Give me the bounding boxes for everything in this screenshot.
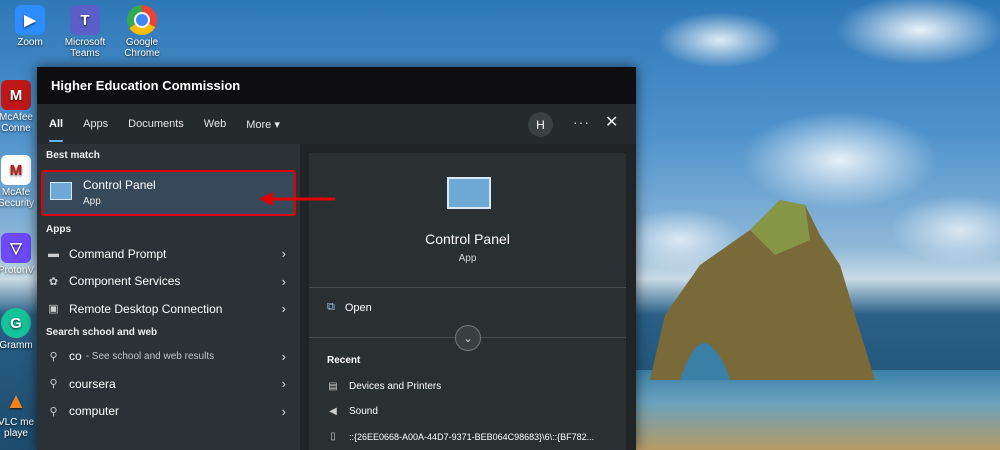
- search-icon: ⚲: [49, 405, 58, 418]
- chevron-right-icon[interactable]: ›: [282, 246, 286, 261]
- preview-pane: Control Panel App ⧉ Open ⌄ Recent ▤ Devi…: [309, 153, 626, 450]
- result-command-prompt[interactable]: ▬ Command Prompt ›: [37, 240, 300, 268]
- sound-icon: ◀: [329, 406, 337, 417]
- mcafee-icon: M: [1, 80, 31, 110]
- web-heading: Search school and web: [46, 326, 158, 338]
- desktop-icon-label: Zoom: [17, 37, 43, 48]
- tab-documents[interactable]: Documents: [128, 118, 184, 130]
- open-icon: ⧉: [327, 301, 335, 313]
- tab-all[interactable]: All: [49, 118, 64, 142]
- result-label: Component Services: [69, 274, 181, 289]
- result-label: coursera: [69, 376, 116, 391]
- divider: [309, 287, 626, 288]
- preview-type: App: [458, 253, 477, 264]
- annotation-arrow-icon: [259, 192, 335, 206]
- result-label: co: [69, 349, 82, 364]
- recent-item-clsid[interactable]: ▯ ::{26EE0668-A00A-44D7-9371-BEB064C9868…: [327, 431, 594, 442]
- chevron-right-icon[interactable]: ›: [282, 349, 286, 364]
- web-result-co[interactable]: ⚲ co - See school and web results ›: [37, 343, 300, 371]
- open-action[interactable]: ⧉ Open: [327, 301, 372, 314]
- best-match-control-panel[interactable]: Control Panel App: [41, 170, 296, 216]
- recent-item-devices-printers[interactable]: ▤ Devices and Printers: [327, 381, 441, 392]
- expand-chevron-icon[interactable]: ⌄: [455, 325, 481, 351]
- result-remote-desktop[interactable]: ▣ Remote Desktop Connection ›: [37, 295, 300, 323]
- command-prompt-icon: ▬: [48, 247, 59, 260]
- search-icon: ⚲: [49, 350, 58, 363]
- desktop-icon-label: Google Chrome: [124, 37, 160, 59]
- recent-item-label: Sound: [349, 406, 378, 417]
- tab-more[interactable]: More ▾: [246, 118, 280, 131]
- desktop-icon-label: Microsoft Teams: [64, 37, 106, 59]
- devices-printers-icon: ▤: [328, 381, 338, 392]
- result-sublabel: - See school and web results: [85, 350, 215, 362]
- wallpaper-sea: [600, 370, 1000, 450]
- account-avatar[interactable]: H: [528, 112, 553, 137]
- recent-item-label: Devices and Printers: [349, 381, 442, 392]
- remote-desktop-icon: ▣: [48, 303, 59, 316]
- search-tabs: All Apps Documents Web More ▾ H ··· ✕: [37, 104, 636, 144]
- preview-title: Control Panel: [425, 231, 510, 247]
- recent-heading: Recent: [327, 355, 361, 366]
- result-label: Remote Desktop Connection: [69, 301, 223, 316]
- desktop-icon-chrome[interactable]: Google Chrome: [112, 5, 172, 59]
- more-options-icon[interactable]: ···: [573, 114, 590, 130]
- apps-heading: Apps: [46, 224, 71, 235]
- chevron-right-icon[interactable]: ›: [282, 301, 286, 316]
- close-icon[interactable]: ✕: [605, 112, 618, 132]
- open-label: Open: [344, 301, 372, 314]
- tab-web[interactable]: Web: [204, 118, 226, 130]
- best-match-name: Control Panel: [83, 178, 156, 192]
- desktop-icon-teams[interactable]: T Microsoft Teams: [55, 5, 115, 59]
- search-panel-title: Higher Education Commission: [37, 67, 636, 104]
- web-result-coursera[interactable]: ⚲ coursera ›: [37, 370, 300, 398]
- teams-icon: T: [70, 5, 100, 35]
- mcafee-shield-icon: M: [1, 155, 31, 185]
- results-list: Best match Control Panel App Apps ▬ Comm…: [37, 144, 300, 450]
- protonvpn-icon: ▽: [1, 233, 31, 263]
- web-result-computer[interactable]: ⚲ computer ›: [37, 398, 300, 426]
- recent-item-label: ::{26EE0668-A00A-44D7-9371-BEB064C98683}…: [349, 431, 595, 442]
- wallpaper-rock: [650, 200, 875, 380]
- result-label: Command Prompt: [69, 246, 167, 261]
- control-panel-icon: [50, 182, 72, 200]
- component-services-icon: ✿: [48, 275, 59, 288]
- chevron-right-icon[interactable]: ›: [282, 376, 286, 391]
- search-panel: Higher Education Commission All Apps Doc…: [37, 67, 636, 450]
- result-component-services[interactable]: ✿ Component Services ›: [37, 268, 300, 296]
- chrome-icon: [127, 5, 157, 35]
- result-label: computer: [69, 404, 120, 419]
- recent-item-sound[interactable]: ◀ Sound: [327, 406, 378, 417]
- vlc-icon: ▲: [5, 387, 27, 413]
- desktop-icon-zoom[interactable]: ▶ Zoom: [0, 5, 60, 48]
- chevron-right-icon[interactable]: ›: [282, 274, 286, 289]
- zoom-icon: ▶: [15, 5, 45, 35]
- best-match-heading: Best match: [46, 150, 100, 161]
- control-panel-large-icon: [447, 177, 491, 209]
- chevron-right-icon[interactable]: ›: [282, 404, 286, 419]
- file-icon: ▯: [330, 431, 336, 442]
- grammarly-icon: G: [1, 308, 31, 338]
- search-icon: ⚲: [49, 378, 58, 391]
- best-match-type: App: [83, 196, 101, 207]
- tab-apps[interactable]: Apps: [83, 118, 108, 130]
